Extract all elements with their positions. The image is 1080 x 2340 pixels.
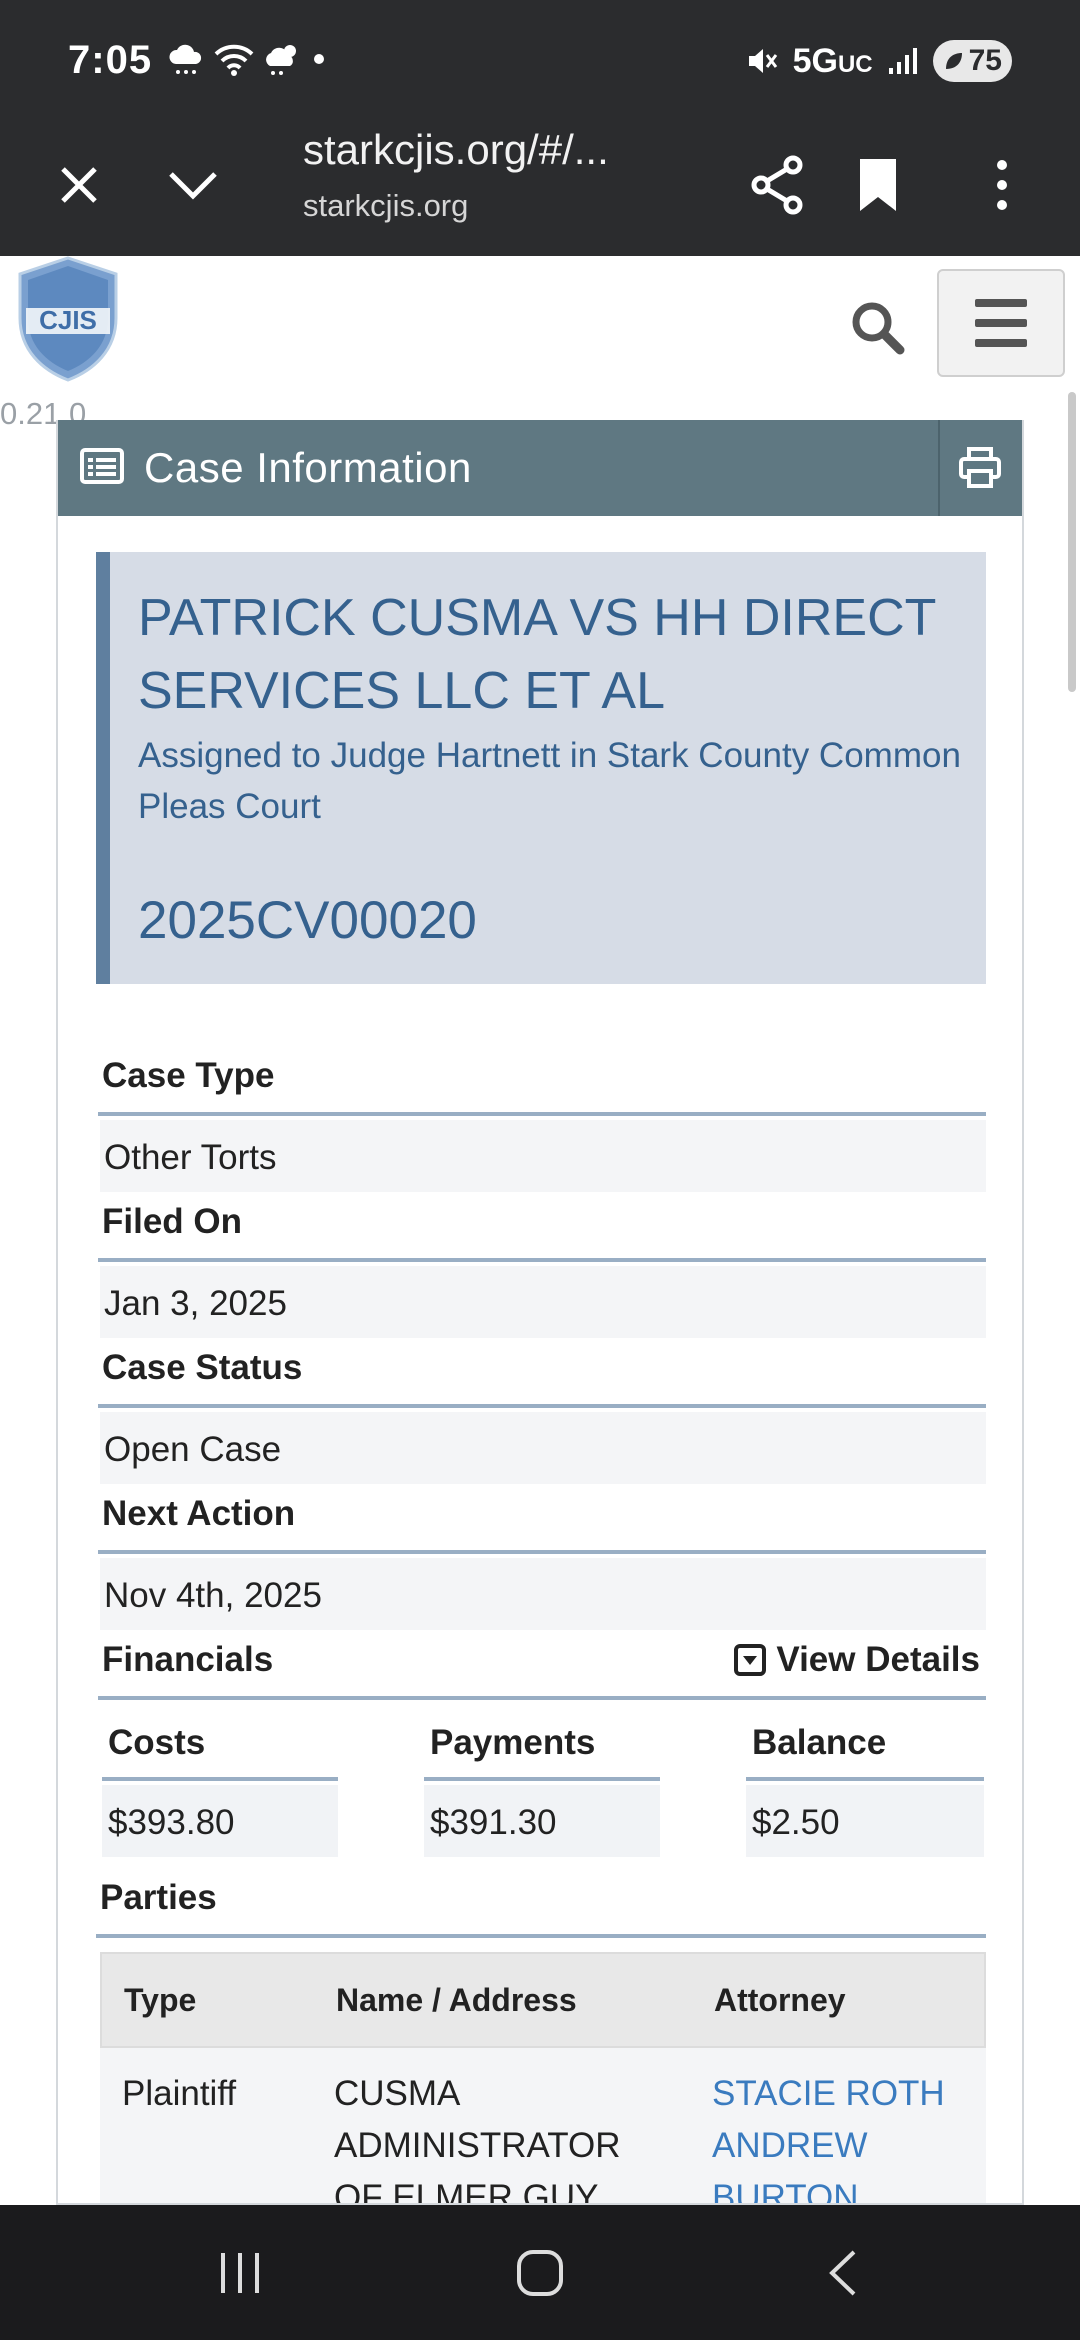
close-tab-button[interactable]: [44, 150, 114, 220]
party-name-address: CUSMA ADMINISTRATOR OF ELMER GUY: [334, 2068, 674, 2205]
mute-icon: [748, 49, 777, 73]
battery-indicator: 75: [932, 40, 1012, 82]
share-button[interactable]: [742, 150, 812, 220]
browser-toolbar: starkcjis.org/#/... starkcjis.org: [0, 120, 1080, 256]
balance-column: Balance $2.50: [746, 1723, 984, 1857]
payments-column: Payments $391.30: [424, 1723, 660, 1857]
menu-bar: [975, 299, 1027, 307]
costs-label: Costs: [102, 1723, 338, 1781]
svg-text:CJIS: CJIS: [39, 305, 97, 335]
column-header-name-address: Name / Address: [336, 1982, 577, 2018]
minimize-button[interactable]: [158, 150, 228, 220]
card-title: Case Information: [144, 444, 472, 491]
parties-table-header: Type Name / Address Attorney: [100, 1952, 986, 2048]
costs-value: $393.80: [102, 1785, 338, 1857]
wifi-icon: [214, 44, 254, 76]
search-icon[interactable]: [846, 296, 910, 360]
attorney-link[interactable]: STACIE ROTH: [712, 2068, 972, 2120]
dot-icon: [314, 54, 324, 64]
payments-value: $391.30: [424, 1785, 660, 1857]
network-indicator: 5GUC: [793, 42, 873, 81]
url-text[interactable]: starkcjis.org/#/...: [303, 126, 609, 174]
more-vertical-icon: [997, 160, 1007, 210]
list-icon: [80, 448, 124, 484]
chevron-down-icon: [169, 172, 217, 200]
network-suffix: UC: [837, 50, 873, 78]
case-information-card: Case Information PATRICK CUSMA VS HH DIR…: [56, 420, 1024, 2205]
card-header: Case Information: [58, 420, 1022, 516]
case-type-label: Case Type: [98, 1056, 986, 1116]
attorney-link[interactable]: ANDREW: [712, 2120, 972, 2172]
view-details-label: View Details: [776, 1640, 980, 1679]
costs-column: Costs $393.80: [102, 1723, 338, 1857]
page-scrollbar[interactable]: [1068, 392, 1076, 692]
more-options-button[interactable]: [967, 150, 1037, 220]
header-divider: [938, 420, 940, 516]
case-assignment: Assigned to Judge Hartnett in Stark Coun…: [138, 736, 961, 826]
filed-on-value: Jan 3, 2025: [100, 1266, 986, 1338]
home-icon: [517, 2250, 563, 2296]
recent-apps-button[interactable]: [210, 2245, 270, 2301]
table-row: Plaintiff CUSMA ADMINISTRATOR OF ELMER G…: [100, 2048, 986, 2205]
cloud-rain-icon: [169, 44, 202, 74]
bookmark-button[interactable]: [843, 150, 913, 220]
case-number: 2025CV00020: [138, 891, 477, 950]
print-icon[interactable]: [958, 446, 1002, 490]
battery-level: 75: [968, 44, 1002, 77]
case-title: PATRICK CUSMA VS HH DIRECT SERVICES LLC …: [138, 589, 936, 720]
party-name-line: ADMINISTRATOR: [334, 2126, 621, 2165]
party-type: Plaintiff: [122, 2074, 237, 2113]
next-action-label: Next Action: [98, 1494, 986, 1554]
party-attorneys: STACIE ROTH ANDREW BURTON: [712, 2068, 972, 2203]
view-details-button[interactable]: View Details: [734, 1640, 980, 1680]
system-navigation-bar: [0, 2205, 1080, 2340]
menu-bar: [975, 339, 1027, 347]
status-time: 7:05: [68, 38, 153, 82]
case-status-label: Case Status: [98, 1348, 986, 1408]
attorney-link[interactable]: BURTON: [712, 2172, 972, 2203]
recent-apps-icon: [221, 2253, 259, 2293]
balance-label: Balance: [746, 1723, 984, 1781]
balance-value: $2.50: [746, 1785, 984, 1857]
home-button[interactable]: [510, 2245, 570, 2301]
column-header-type: Type: [124, 1982, 197, 2018]
party-name-line: OF ELMER GUY: [334, 2178, 599, 2205]
close-icon: [61, 167, 97, 203]
share-icon: [751, 155, 803, 215]
column-header-attorney: Attorney: [714, 1982, 846, 2018]
network-type: 5G: [792, 41, 838, 80]
cloud-sun-rain-icon: [266, 45, 296, 75]
leaf-icon: [945, 53, 962, 69]
status-bar: 7:05 5GUC 75: [0, 0, 1080, 120]
bookmark-icon: [860, 159, 896, 211]
menu-bar: [975, 319, 1027, 327]
back-button[interactable]: [812, 2245, 872, 2301]
case-type-value: Other Torts: [100, 1120, 986, 1192]
url-domain[interactable]: starkcjis.org: [303, 188, 468, 224]
signal-icon: [888, 48, 917, 74]
menu-button[interactable]: [937, 269, 1065, 377]
next-action-value: Nov 4th, 2025: [100, 1558, 986, 1630]
party-name-line: CUSMA: [334, 2074, 461, 2113]
financials-label: Financials: [102, 1640, 274, 1679]
parties-label: Parties: [96, 1878, 986, 1938]
payments-label: Payments: [424, 1723, 660, 1781]
back-icon: [829, 2250, 856, 2296]
filed-on-label: Filed On: [98, 1202, 986, 1262]
financials-header: Financials View Details: [98, 1640, 986, 1700]
notification-icons: [168, 42, 326, 76]
case-banner: PATRICK CUSMA VS HH DIRECT SERVICES LLC …: [96, 552, 986, 984]
cjis-logo[interactable]: CJIS: [12, 256, 124, 384]
caret-square-down-icon: [734, 1644, 767, 1676]
parties-table: Type Name / Address Attorney Plaintiff C…: [100, 1952, 986, 2205]
system-icons: 5GUC 75: [745, 40, 1012, 82]
case-status-value: Open Case: [100, 1412, 986, 1484]
site-header: CJIS 0.21.0: [0, 256, 1080, 431]
